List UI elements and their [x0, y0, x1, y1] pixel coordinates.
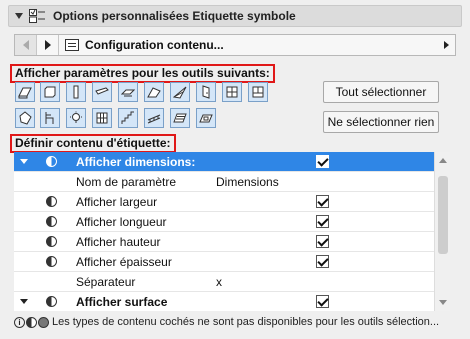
row-label: Afficher épaisseur — [76, 255, 172, 269]
half-circle-icon — [46, 216, 57, 227]
content-section-label: Définir contenu d'étiquette: — [10, 134, 176, 153]
row-checkbox[interactable] — [316, 195, 329, 208]
tools-section-label: Afficher paramètres pour les outils suiv… — [10, 64, 275, 83]
slab-tool-button[interactable] — [15, 82, 35, 102]
shell-tool-icon — [147, 87, 161, 98]
scrollbar-thumb[interactable] — [438, 176, 448, 254]
beam-tool-button[interactable] — [92, 82, 112, 102]
row-checkbox[interactable] — [316, 215, 329, 228]
row-checkbox[interactable] — [316, 235, 329, 248]
morph-tool-icon — [19, 111, 32, 125]
beam-tool-icon — [95, 87, 109, 95]
skylight-tool-button[interactable] — [196, 108, 216, 128]
skylight-tool-icon — [199, 114, 213, 123]
half-circle-icon — [46, 196, 57, 207]
row-label: Afficher surface — [76, 295, 168, 309]
wall-tool-button[interactable] — [40, 82, 60, 102]
row-checkbox[interactable] — [316, 255, 329, 268]
previous-page-button[interactable] — [15, 35, 37, 55]
row-value[interactable]: x — [216, 275, 222, 289]
select-all-button[interactable]: Tout sélectionner — [323, 81, 439, 103]
row-label: Afficher dimensions: — [76, 155, 196, 169]
roof-tool-icon — [121, 89, 135, 97]
panel-title: Options personnalisées Etiquette symbole — [53, 9, 296, 23]
door-tool-button[interactable] — [196, 82, 216, 102]
curtain-wall-tool-icon — [96, 112, 108, 124]
fill-tool-button[interactable] — [170, 108, 190, 128]
info-icon: i — [14, 316, 25, 328]
row-value[interactable]: Dimensions — [216, 175, 279, 189]
half-circle-icon — [26, 316, 37, 328]
list-row[interactable]: Afficher longueur — [14, 212, 434, 232]
list-scrollbar[interactable] — [434, 152, 450, 311]
curtain-wall-tool-button[interactable] — [92, 108, 112, 128]
zone-tool-button[interactable] — [248, 82, 268, 102]
list-row[interactable]: Afficher hauteur — [14, 232, 434, 252]
object-tool-button[interactable] — [40, 108, 60, 128]
row-label: Afficher hauteur — [76, 235, 161, 249]
lamp-tool-icon — [70, 111, 82, 123]
window-tool-button[interactable] — [222, 82, 242, 102]
list-row[interactable]: Afficher épaisseur — [14, 252, 434, 272]
half-circle-icon — [46, 236, 57, 247]
list-row[interactable]: Séparateur x — [14, 272, 434, 292]
object-tool-icon — [45, 112, 54, 124]
column-tool-icon — [73, 85, 79, 99]
half-circle-icon — [46, 256, 57, 267]
page-dropdown-arrow-icon[interactable] — [444, 41, 449, 49]
page-selector[interactable]: Configuration contenu... — [85, 38, 444, 52]
zone-tool-icon — [252, 86, 264, 98]
morph-tool-button[interactable] — [15, 108, 35, 128]
select-none-button[interactable]: Ne sélectionner rien — [323, 111, 439, 133]
next-page-button[interactable] — [37, 35, 59, 55]
wall-tool-icon — [44, 86, 56, 98]
panel-header[interactable]: Options personnalisées Etiquette symbole — [8, 5, 462, 27]
half-circle-icon — [46, 296, 57, 307]
roof-tool-button[interactable] — [118, 82, 138, 102]
door-tool-icon — [202, 85, 210, 99]
row-label: Séparateur — [76, 275, 136, 289]
page-navigator: Configuration contenu... — [14, 34, 456, 56]
label-settings-icon — [29, 9, 45, 23]
shell-tool-button[interactable] — [144, 82, 164, 102]
row-label: Afficher largeur — [76, 195, 158, 209]
arrow-right-icon — [44, 40, 51, 50]
expand-triangle-icon[interactable] — [20, 159, 28, 164]
footer-text: Les types de contenu cochés ne sont pas … — [52, 316, 440, 328]
scroll-up-arrow-icon[interactable] — [439, 158, 447, 163]
label-content-list: Afficher dimensions: Nom de paramètre Dime… — [14, 152, 434, 311]
half-circle-icon — [46, 156, 57, 167]
page-list-icon — [65, 39, 79, 51]
collapse-triangle-icon[interactable] — [15, 13, 23, 19]
list-row[interactable]: Afficher surface — [14, 292, 434, 311]
list-row[interactable]: Afficher dimensions: — [14, 152, 434, 172]
slab-tool-icon — [18, 87, 32, 99]
list-row[interactable]: Afficher largeur — [14, 192, 434, 212]
list-row[interactable]: Nom de paramètre Dimensions — [14, 172, 434, 192]
mesh-tool-icon — [173, 86, 187, 99]
row-checkbox[interactable] — [316, 155, 329, 168]
row-label: Nom de paramètre — [76, 175, 177, 189]
railing-tool-icon — [147, 114, 161, 124]
arrow-left-icon — [22, 40, 29, 50]
footer-info: i Les types de contenu cochés ne sont pa… — [14, 314, 464, 330]
scroll-down-arrow-icon[interactable] — [439, 300, 447, 305]
row-label: Afficher longueur — [76, 215, 167, 229]
stair-tool-button[interactable] — [118, 108, 138, 128]
expand-triangle-icon[interactable] — [20, 299, 28, 304]
column-tool-button[interactable] — [66, 82, 86, 102]
row-checkbox[interactable] — [316, 295, 329, 308]
lamp-tool-button[interactable] — [66, 108, 86, 128]
mesh-tool-button[interactable] — [170, 82, 190, 102]
stair-tool-icon — [121, 111, 134, 124]
fill-tool-icon — [173, 113, 187, 123]
circle-icon — [38, 316, 49, 328]
window-tool-icon — [226, 86, 238, 98]
railing-tool-button[interactable] — [144, 108, 164, 128]
